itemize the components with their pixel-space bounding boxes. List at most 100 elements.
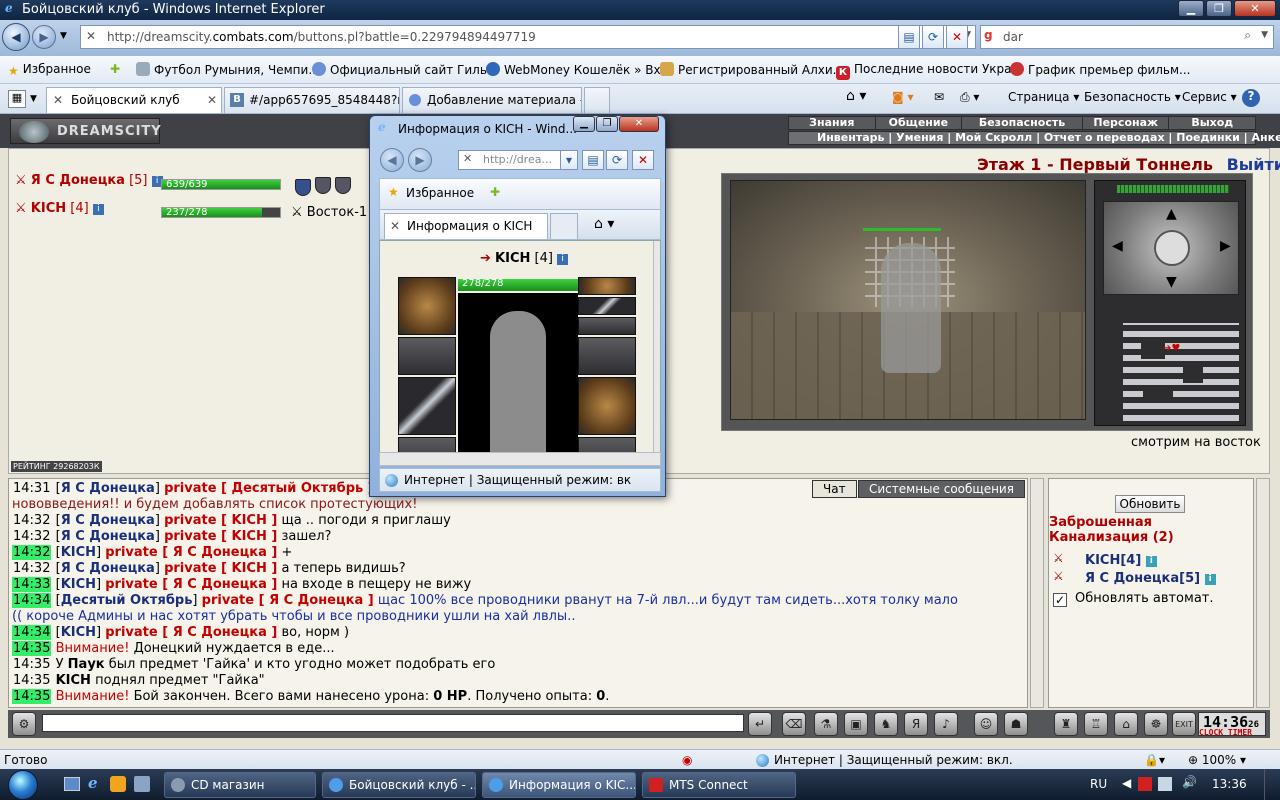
house-icon[interactable]: ⌂ [1114, 712, 1138, 736]
address-bar[interactable]: ✕ http://dreamscity.combats.com/buttons.… [80, 25, 976, 49]
popup-maximize-button[interactable]: ❐ [596, 116, 618, 132]
popup-h-scrollbar[interactable] [379, 452, 661, 466]
tab-app[interactable]: B #/app657695_8548448?ref=1 [224, 87, 400, 113]
search-icon[interactable]: ⌕ [1244, 28, 1251, 43]
popup-tab[interactable]: ✕ Информация о KICH [384, 213, 548, 239]
stop-icon[interactable]: ✕ [946, 25, 968, 49]
popup-minimize-button[interactable]: ▁ [573, 116, 595, 132]
close-button[interactable]: ✕ [1234, 0, 1276, 17]
chat-private[interactable]: private [ Я С Донецка ] [105, 577, 277, 592]
exit-link[interactable]: Выйти [1227, 155, 1280, 174]
chat-sender[interactable]: KICH [61, 545, 96, 560]
gloves-slot[interactable] [398, 337, 456, 375]
fav-item[interactable]: Регистрированный Алхи... [660, 62, 844, 77]
chat-sender[interactable]: Десятый Октябрь [61, 593, 193, 608]
search-dropdown-icon[interactable]: ▼ [1261, 30, 1268, 40]
movement-compass[interactable]: ▲ ▼ ◀ ▶ [1103, 201, 1239, 295]
taskbar-item[interactable]: Информация о KIC... [482, 772, 636, 798]
room-scrollbar[interactable] [1256, 478, 1270, 708]
popup-compat-icon[interactable]: ▤ [582, 150, 604, 170]
popup-close-button[interactable]: ✕ [619, 116, 659, 132]
room-player[interactable]: Я С Донецка[5] i [1085, 571, 1216, 586]
refresh-view-icon[interactable] [1154, 230, 1190, 266]
chat-private[interactable]: private [ Я С Донецка ] [105, 625, 277, 640]
clear-icon[interactable]: ⌫ [782, 712, 806, 736]
popup-new-tab-button[interactable] [550, 213, 578, 239]
tab-list-icon[interactable]: ▼ [30, 94, 37, 104]
volume-icon[interactable]: 🔊 [1182, 775, 1197, 789]
save-log-icon[interactable]: ▣ [844, 712, 868, 736]
group-icon[interactable]: ☸ [1144, 712, 1168, 736]
tab-system-messages[interactable]: Системные сообщения [858, 480, 1025, 498]
safety-menu[interactable]: Безопасность ▾ [1084, 90, 1181, 104]
bracer-slot[interactable] [578, 337, 636, 375]
menu-item[interactable]: Общение [876, 117, 963, 129]
game-logo[interactable]: DREAMSCITY [10, 118, 161, 144]
player-name[interactable]: Я С Донецка [31, 173, 125, 188]
amulet-slot[interactable] [578, 297, 636, 315]
info-icon[interactable]: i [92, 204, 104, 215]
chat-private[interactable]: private [ KICH ] [164, 513, 277, 528]
helmet-icon[interactable]: ☗ [1004, 712, 1028, 736]
auto-refresh-checkbox[interactable]: ✓ Обновлять автомат. [1053, 591, 1214, 607]
taskbar-item[interactable]: CD магазин [164, 772, 316, 798]
chat-settings-icon[interactable]: ⚙ [12, 712, 36, 736]
popup-refresh-icon[interactable]: ⟳ [606, 150, 628, 170]
tab-chat[interactable]: Чат [812, 480, 857, 498]
print-icon[interactable]: ⎙ ▾ [960, 90, 979, 105]
info-icon[interactable]: i [1204, 574, 1216, 585]
room-player[interactable]: KICH[4] i [1085, 553, 1157, 568]
helmet-slot[interactable] [398, 277, 456, 335]
corridor-view[interactable] [730, 180, 1086, 420]
chat-sender[interactable]: KICH [56, 673, 91, 688]
forward-button[interactable]: ▶ [32, 25, 56, 49]
language-indicator[interactable]: RU [1090, 777, 1107, 791]
fav-item[interactable]: Официальный сайт Гиль... [312, 62, 498, 77]
tab-fight-club[interactable]: ✕ Бойцовский клуб ✕ [46, 87, 222, 113]
ring-slot[interactable] [578, 277, 636, 295]
zoom-level[interactable]: ⊕ 100% ▾ [1188, 753, 1246, 767]
refresh-icon[interactable]: ⟳ [922, 25, 944, 49]
smiley-icon[interactable]: ☺ [974, 712, 998, 736]
popup-stop-icon[interactable]: ✕ [632, 150, 654, 170]
arrow-down-icon[interactable]: ▼ [1166, 274, 1177, 290]
search-input[interactable]: g dar ⌕ ▼ [980, 25, 1274, 49]
shield-slot[interactable] [578, 377, 636, 435]
fav-item[interactable]: График премьер фильм... [1010, 62, 1191, 77]
tab-add-material[interactable]: Добавление материала - ... [402, 87, 582, 113]
popup-scrollbar[interactable] [653, 241, 660, 465]
show-desktop-button[interactable] [1264, 769, 1278, 800]
new-tab-button[interactable] [584, 87, 610, 113]
info-icon[interactable]: i [1145, 556, 1157, 567]
home-icon[interactable]: ⌂ ▾ [846, 88, 866, 104]
taskbar-item[interactable]: MTS Connect [642, 772, 796, 798]
fav-item[interactable]: Футбол Румыния, Чемпи... [136, 62, 320, 77]
rss-icon[interactable]: ◙ ▾ [892, 90, 913, 104]
weapon-slot[interactable] [398, 377, 456, 435]
compat-view-icon[interactable]: ▤ [898, 25, 920, 49]
clan-badge-icon[interactable] [295, 179, 311, 196]
rings-slot[interactable] [578, 317, 636, 335]
refresh-button[interactable]: Обновить [1115, 495, 1185, 513]
tray-expand-icon[interactable]: ◀ [1122, 776, 1131, 790]
popup-favorites-label[interactable]: Избранное [406, 186, 474, 200]
turn-left-icon[interactable]: ◀ [1112, 238, 1123, 254]
send-icon[interactable]: ↵ [748, 712, 772, 736]
mail-icon[interactable]: ✉ [934, 90, 944, 104]
chat-sender[interactable]: KICH [61, 577, 96, 592]
history-dropdown-icon[interactable]: ▼ [60, 31, 67, 41]
add-favorite-icon[interactable]: ✚ [110, 62, 120, 76]
arrow-up-icon[interactable]: ▲ [1166, 206, 1177, 222]
game-sub-menu[interactable]: Инвентарь | Умения | Мой Скролл | Отчет … [788, 131, 1280, 145]
chat-private[interactable]: private [ Я С Донецка ] [105, 545, 277, 560]
help-icon[interactable]: ? [1242, 89, 1260, 107]
media-player-icon[interactable] [110, 776, 126, 792]
menu-item[interactable]: Знания [789, 117, 876, 129]
start-button[interactable] [8, 770, 38, 800]
zone-text[interactable]: Интернет | Защищенный режим: вкл. [774, 753, 1013, 767]
filter-icon[interactable]: ⚗ [814, 712, 838, 736]
armor-icon[interactable]: ♖ [1084, 712, 1108, 736]
chat-sender[interactable]: KICH [61, 625, 96, 640]
favorites-button[interactable]: ★ Избранное [8, 62, 91, 78]
tab-close-icon[interactable]: ✕ [207, 93, 217, 107]
